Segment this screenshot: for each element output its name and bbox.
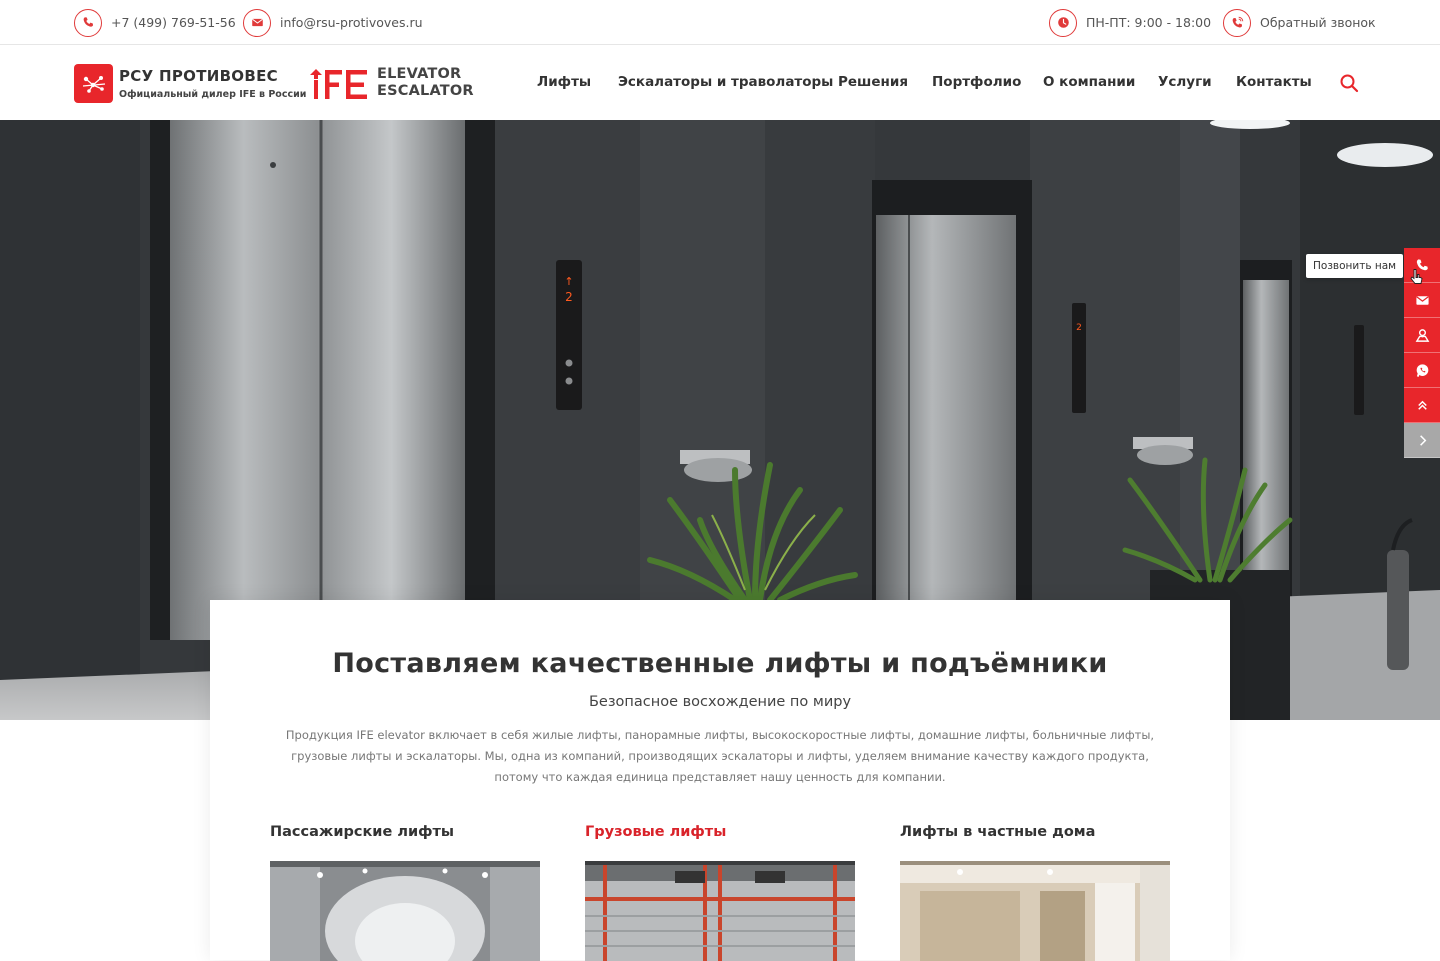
- side-collapse-button[interactable]: [1404, 423, 1440, 458]
- phone-icon: [74, 8, 102, 37]
- svg-text:↑: ↑: [564, 275, 573, 288]
- nav-item-elevators[interactable]: Лифты: [537, 74, 591, 90]
- email-contact[interactable]: info@rsu-protivoves.ru: [243, 8, 423, 37]
- side-whatsapp-button[interactable]: [1404, 353, 1440, 388]
- floor-indicator-2: 2: [1076, 323, 1082, 333]
- callback-link[interactable]: Обратный звонок: [1223, 8, 1376, 37]
- side-scroll-top-button[interactable]: [1404, 388, 1440, 423]
- working-hours: ПН-ПТ: 9:00 - 18:00: [1049, 8, 1211, 37]
- passenger-elevator-image[interactable]: [270, 861, 540, 961]
- home-elevator-image[interactable]: [900, 861, 1170, 961]
- category-tab-home[interactable]: Лифты в частные дома: [900, 824, 1095, 840]
- ife-line-escalator: ESCALATOR: [377, 83, 474, 99]
- clock-icon: [1049, 8, 1077, 37]
- mouse-cursor-icon: [1410, 269, 1423, 284]
- category-tab-freight[interactable]: Грузовые лифты: [585, 824, 726, 840]
- chevron-right-icon: [1419, 434, 1426, 446]
- scroll-top-icon: [1417, 400, 1427, 410]
- main-header: РСУ ПРОТИВОВЕС Официальный дилер IFE в Р…: [0, 45, 1440, 120]
- nav-item-services[interactable]: Услуги: [1158, 74, 1212, 90]
- brand-subtitle: Официальный дилер IFE в России: [119, 89, 307, 100]
- nav-item-contacts[interactable]: Контакты: [1236, 74, 1312, 90]
- phone-number[interactable]: +7 (499) 769-51-56: [111, 15, 236, 30]
- callback-phone-icon: [1223, 8, 1251, 37]
- search-icon[interactable]: [1339, 73, 1359, 93]
- nav-item-solutions[interactable]: Решения: [838, 74, 908, 90]
- brand-title[interactable]: РСУ ПРОТИВОВЕС: [119, 67, 278, 85]
- phone-contact[interactable]: +7 (499) 769-51-56: [74, 8, 236, 37]
- ife-line-elevator: ELEVATOR: [377, 66, 462, 82]
- floor-indicator-1: 2: [565, 290, 573, 304]
- ife-logo-text: ELEVATOR ESCALATOR: [377, 66, 474, 100]
- side-mail-button[interactable]: [1404, 283, 1440, 318]
- nav-item-about[interactable]: О компании: [1043, 74, 1135, 90]
- top-bar: +7 (499) 769-51-56 info@rsu-protivoves.r…: [0, 0, 1440, 45]
- side-map-button[interactable]: [1404, 318, 1440, 353]
- nav-item-portfolio[interactable]: Портфолио: [932, 74, 1021, 90]
- nav-item-escalators[interactable]: Эскалаторы и траволаторы: [618, 74, 833, 90]
- whatsapp-icon: [1416, 363, 1428, 377]
- mail-icon: [243, 8, 271, 37]
- intro-text: Продукция IFE elevator включает в себя ж…: [285, 728, 1155, 784]
- company-logo[interactable]: [74, 64, 113, 103]
- hours-text: ПН-ПТ: 9:00 - 18:00: [1086, 15, 1212, 30]
- page-subtitle: Безопасное восхождение по миру: [588, 694, 852, 710]
- callback-label[interactable]: Обратный звонок: [1260, 15, 1376, 30]
- products-card: Поставляем качественные лифты и подъёмни…: [210, 600, 1230, 961]
- map-icon: [1415, 328, 1429, 342]
- freight-elevator-image[interactable]: [585, 861, 855, 961]
- mail-icon: [1415, 295, 1429, 305]
- category-tab-passenger[interactable]: Пассажирские лифты: [270, 824, 454, 840]
- ife-logo-mark[interactable]: [308, 67, 370, 101]
- call-tooltip: Позвонить нам: [1306, 254, 1404, 278]
- page-title: Поставляем качественные лифты и подъёмни…: [332, 648, 1108, 679]
- email-address[interactable]: info@rsu-protivoves.ru: [280, 15, 423, 30]
